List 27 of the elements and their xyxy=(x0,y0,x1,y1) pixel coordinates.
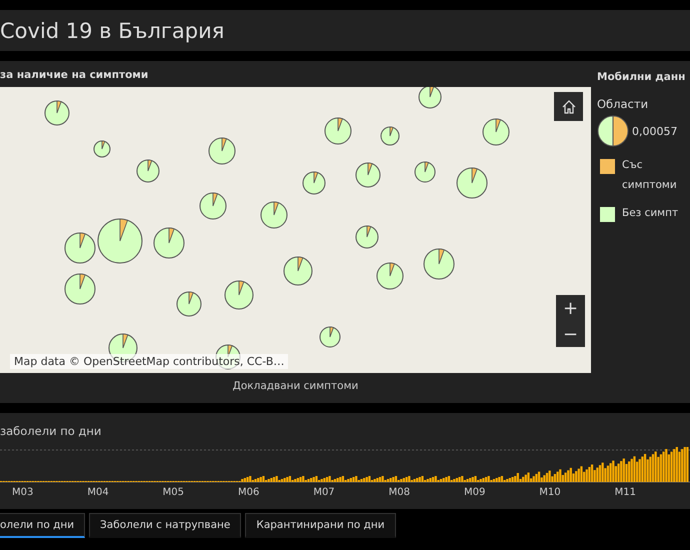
tab[interactable]: олели по дни xyxy=(0,513,86,538)
legend-label: Със симптоми xyxy=(622,158,678,193)
panel-title: за наличие на симптоми xyxy=(0,68,150,83)
month-label: M09 xyxy=(464,487,486,498)
dashboard-title: Covid 19 в България xyxy=(0,18,224,42)
month-label: M07 xyxy=(313,487,336,498)
half-pie-icon xyxy=(597,115,629,147)
map-caption: Докладвани симптоми xyxy=(232,380,358,392)
map-attribution: Map data © OpenStreetMap contributors, CC-B… xyxy=(10,354,288,369)
legend-title: Мобилни данн xyxy=(597,71,686,83)
month-label: M05 xyxy=(162,487,186,498)
home-icon xyxy=(560,98,576,114)
month-label: M10 xyxy=(539,487,562,498)
month-label: M08 xyxy=(388,487,411,498)
month-label: M03 xyxy=(12,487,34,498)
legend-subtitle: Области xyxy=(597,97,650,111)
tab[interactable]: Заболели с натрупване xyxy=(89,513,242,538)
month-label: M06 xyxy=(238,487,260,498)
home-button[interactable] xyxy=(554,92,583,121)
month-label: M04 xyxy=(87,487,110,498)
legend-label: Без симпт xyxy=(622,206,680,221)
zoom-in-button[interactable]: + xyxy=(556,295,585,321)
chart-title: заболели по дни xyxy=(0,423,102,438)
month-label: M11 xyxy=(614,487,637,498)
legend-value: 0,00057 xyxy=(632,124,678,138)
zoom-out-button[interactable]: − xyxy=(556,321,585,347)
tab[interactable]: Карантинирани по дни xyxy=(245,513,396,538)
